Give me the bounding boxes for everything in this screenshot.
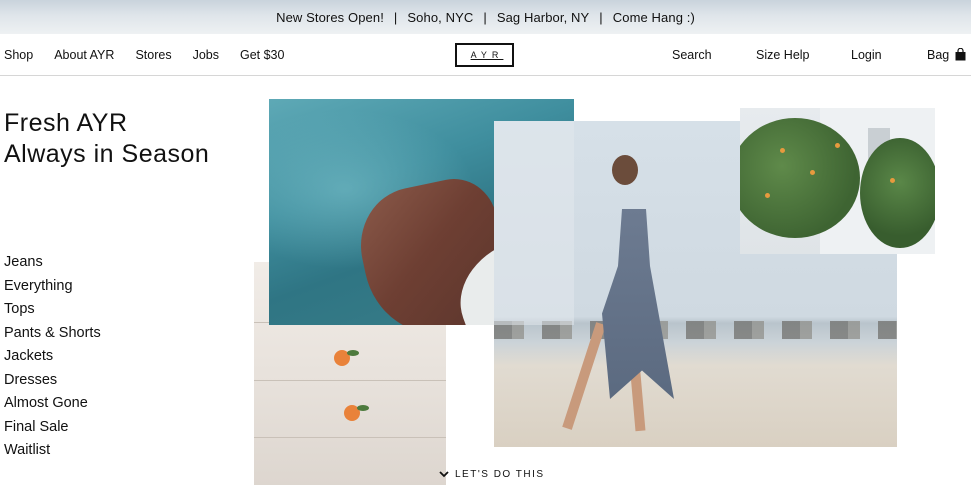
shopping-bag-icon: [955, 47, 966, 60]
hero-title: Fresh AYR Always in Season: [4, 108, 209, 170]
category-link-waitlist[interactable]: Waitlist: [4, 439, 101, 463]
nav-search-link[interactable]: Search: [672, 48, 712, 62]
announcement-separator: |: [483, 9, 487, 25]
lets-do-this-link[interactable]: LET'S DO THIS: [437, 466, 545, 482]
hero-title-line-1: Fresh AYR: [4, 109, 128, 137]
nav-login-link[interactable]: Login: [851, 48, 882, 62]
category-link-tops[interactable]: Tops: [4, 298, 101, 322]
main-nav: Shop About AYR Stores Jobs Get $30 AYR S…: [0, 34, 971, 76]
nav-link-get-30[interactable]: Get $30: [240, 48, 284, 62]
nav-size-help-link[interactable]: Size Help: [756, 48, 810, 62]
category-link-everything[interactable]: Everything: [4, 275, 101, 299]
category-link-jeans[interactable]: Jeans: [4, 251, 101, 275]
announcement-text-2[interactable]: Soho, NYC: [407, 10, 473, 25]
nav-link-jobs[interactable]: Jobs: [193, 48, 219, 62]
announcement-separator: |: [393, 9, 398, 25]
site-logo[interactable]: AYR: [455, 43, 514, 67]
category-link-dresses[interactable]: Dresses: [4, 369, 101, 393]
category-link-final-sale[interactable]: Final Sale: [4, 416, 101, 440]
announcement-text-3[interactable]: Sag Harbor, NY: [497, 10, 589, 25]
announcement-text-4: Come Hang :): [612, 9, 695, 25]
chevron-down-icon: [439, 471, 449, 478]
nav-bag-link[interactable]: Bag: [927, 47, 966, 62]
orange-trees-building-photo: [740, 108, 935, 254]
category-list: Jeans Everything Tops Pants & Shorts Jac…: [4, 251, 101, 463]
nav-link-about[interactable]: About AYR: [54, 48, 114, 62]
lets-do-this-label: LET'S DO THIS: [455, 468, 545, 480]
nav-bag-label: Bag: [927, 48, 950, 62]
category-link-jackets[interactable]: Jackets: [4, 345, 101, 369]
nav-link-stores[interactable]: Stores: [135, 48, 171, 62]
nav-left-links: Shop About AYR Stores Jobs Get $30: [4, 34, 305, 76]
announcement-text-1: New Stores Open!: [276, 9, 384, 25]
category-link-almost-gone[interactable]: Almost Gone: [4, 392, 101, 416]
nav-link-shop[interactable]: Shop: [4, 48, 33, 62]
photo-overlap-fade: [494, 121, 574, 325]
category-link-pants-shorts[interactable]: Pants & Shorts: [4, 322, 101, 346]
announcement-bar: New Stores Open! | Soho, NYC | Sag Harbo…: [0, 0, 971, 34]
announcement-separator: |: [599, 9, 603, 25]
hero-title-line-2: Always in Season: [4, 140, 210, 168]
